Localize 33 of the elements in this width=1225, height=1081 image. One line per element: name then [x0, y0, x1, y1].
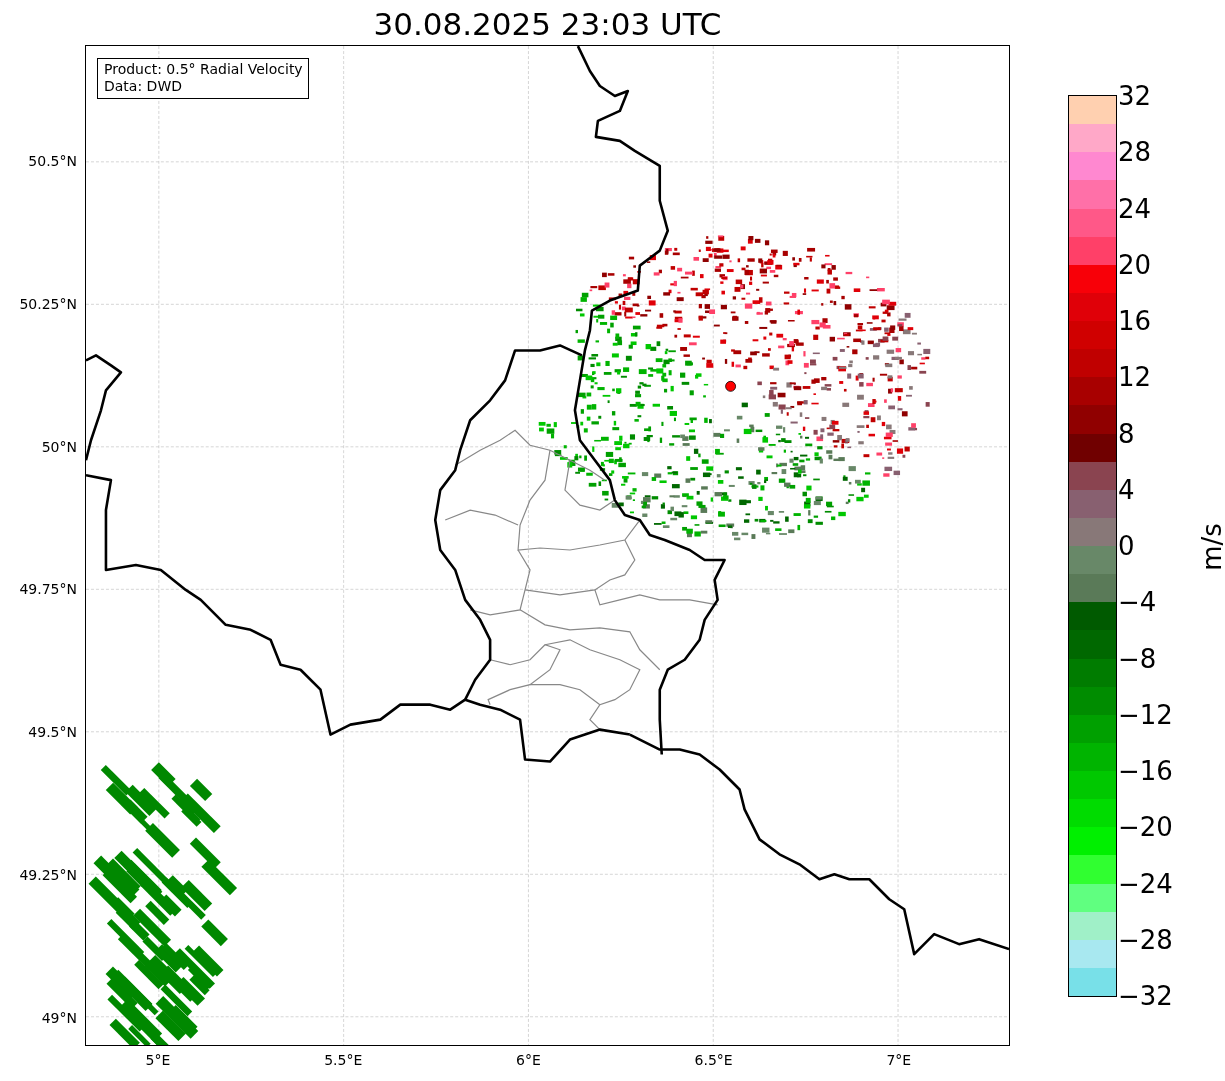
colorbar-tick-label: −28	[1118, 924, 1173, 955]
colorbar-tick-label: 24	[1118, 193, 1152, 224]
colorbar-tick-label: 32	[1118, 81, 1152, 111]
latitude-label: 49°N	[41, 1009, 77, 1026]
colorbar-tick-label: −16	[1118, 756, 1173, 786]
chart-title: 30.08.2025 23:03 UTC	[372, 5, 723, 44]
latitude-label: 50.25°N	[19, 295, 77, 312]
latitude-label: 49.25°N	[19, 867, 77, 883]
info-text: Product: 0.5° Radial Velocity	[104, 61, 303, 78]
longitude-label: 7°E	[885, 1052, 913, 1068]
colorbar-tick-label: 20	[1118, 249, 1152, 280]
colorbar-unit-label: m/s	[1196, 523, 1225, 571]
colorbar-tick-label: −24	[1118, 868, 1173, 899]
colorbar-tick-label: 4	[1118, 474, 1135, 505]
colorbar-tick-label: −4	[1118, 587, 1157, 618]
colorbar-tick-label: −8	[1118, 643, 1157, 674]
longitude-label: 5.5°E	[323, 1052, 364, 1068]
latitude-label: 49.75°N	[19, 581, 77, 598]
latitude-label: 50.5°N	[28, 153, 77, 169]
latitude-label: 49.5°N	[28, 724, 77, 741]
longitude-label: 5°E	[144, 1052, 172, 1068]
info-text: Data: DWD	[104, 78, 183, 95]
colorbar-tick-label: 16	[1118, 306, 1152, 336]
colorbar-tick-label: 28	[1118, 137, 1152, 168]
colorbar-tick-label: −12	[1118, 699, 1173, 730]
colorbar-tick-label: −32	[1118, 981, 1173, 1011]
colorbar-tick-label: 12	[1118, 362, 1152, 393]
colorbar-tick-label: −20	[1118, 812, 1173, 843]
colorbar-tick-label: 0	[1118, 531, 1135, 561]
longitude-label: 6.5°E	[693, 1052, 734, 1068]
colorbar-tick-label: 8	[1118, 418, 1135, 449]
longitude-label: 6°E	[515, 1052, 542, 1068]
latitude-label: 50°N	[41, 438, 77, 455]
